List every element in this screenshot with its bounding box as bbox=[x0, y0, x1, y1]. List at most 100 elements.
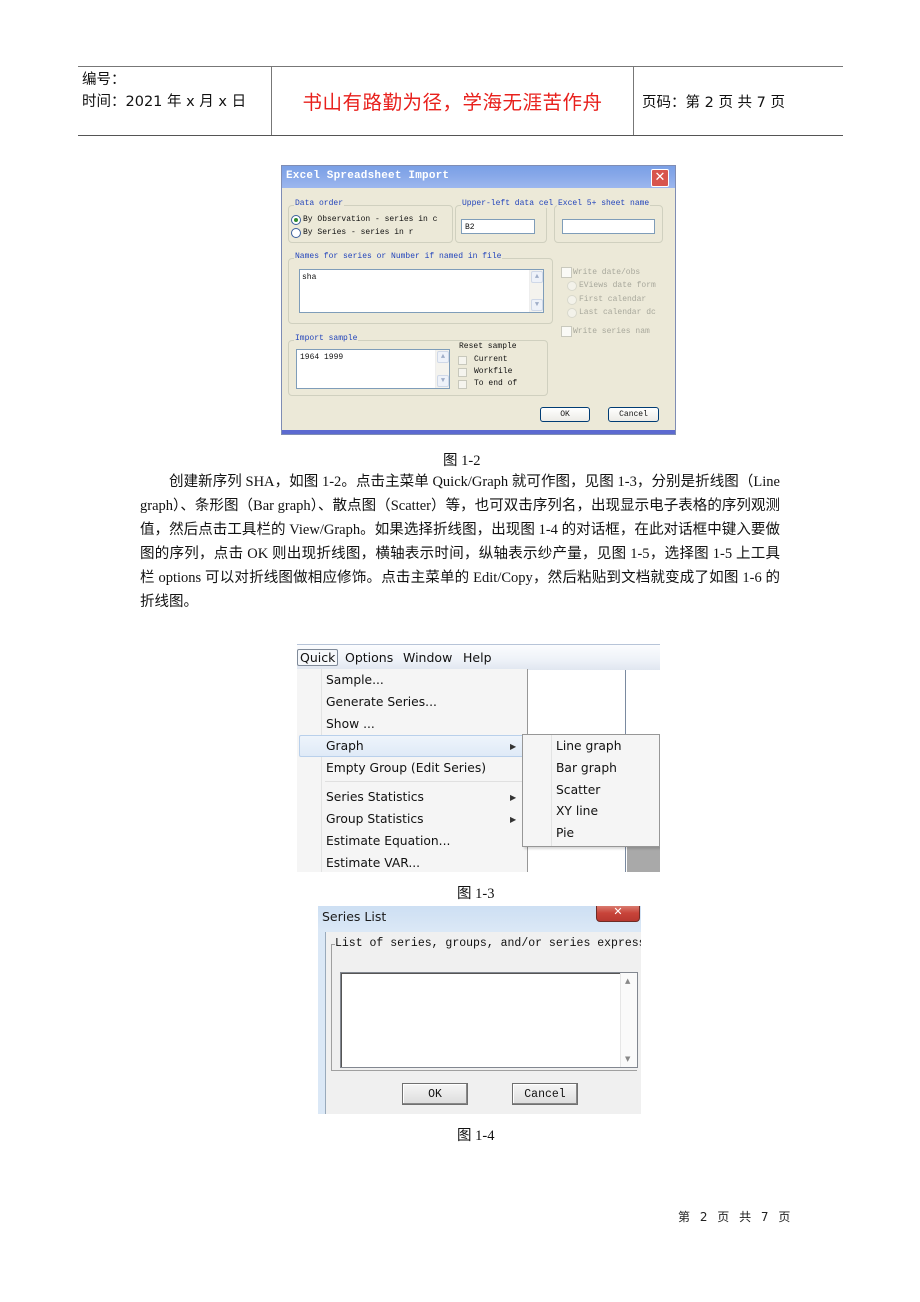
submenu-arrow-icon: ▶ bbox=[510, 815, 517, 824]
dialog-bottom-border bbox=[282, 430, 675, 434]
menu-item-estimate-equation[interactable]: Estimate Equation... bbox=[326, 834, 450, 848]
menu-gutter bbox=[321, 669, 322, 872]
menu-help[interactable]: Help bbox=[463, 650, 492, 665]
submenu-item-line-graph[interactable]: Line graph bbox=[556, 739, 622, 753]
radio-label: EViews date form bbox=[579, 281, 656, 290]
write-series-names-label: Write series nam bbox=[573, 327, 650, 336]
scroll-down-icon[interactable]: ▼ bbox=[531, 299, 543, 311]
menu-item-graph[interactable]: Graph bbox=[326, 739, 364, 753]
menu-item-generate-series[interactable]: Generate Series... bbox=[326, 695, 437, 709]
radio-last-calendar[interactable] bbox=[567, 308, 577, 318]
figure-caption: 图 1-3 bbox=[457, 886, 495, 902]
quick-dropdown: Sample... Generate Series... Show ... Gr… bbox=[297, 669, 528, 872]
header-divider bbox=[633, 66, 634, 135]
excel-import-dialog: Excel Spreadsheet Import ✕ Data order By… bbox=[281, 165, 676, 435]
menu-item-series-statistics[interactable]: Series Statistics bbox=[326, 790, 424, 804]
scroll-down-icon[interactable]: ▼ bbox=[625, 1055, 630, 1063]
sheet-name-label: Excel 5+ sheet name bbox=[557, 199, 651, 208]
header-motto: 书山有路勤为径，学海无涯苦作舟 bbox=[302, 91, 603, 114]
figure-caption: 图 1-4 bbox=[457, 1128, 495, 1144]
checkbox-label: Workfile bbox=[474, 367, 513, 376]
series-names-label: Names for series or Number if named in f… bbox=[294, 252, 503, 261]
dialog-title: Excel Spreadsheet Import bbox=[286, 170, 450, 182]
dialog-title: Series List bbox=[322, 909, 387, 924]
write-dates-checkbox[interactable] bbox=[561, 267, 572, 278]
menu-item-sample[interactable]: Sample... bbox=[326, 673, 384, 687]
menu-bar: Quick Options Window Help bbox=[297, 644, 660, 670]
reset-sample-label: Reset sample bbox=[459, 342, 517, 351]
scroll-down-icon[interactable]: ▼ bbox=[437, 375, 449, 387]
scroll-up-icon[interactable]: ▲ bbox=[531, 271, 543, 283]
reset-current-checkbox[interactable] bbox=[458, 356, 467, 365]
menu-window[interactable]: Window bbox=[403, 650, 452, 665]
menu-separator bbox=[325, 781, 523, 782]
menu-quick[interactable]: Quick bbox=[297, 649, 339, 666]
header-page-number: 页码：第 2 页 共 7 页 bbox=[642, 95, 785, 111]
figure-caption: 图 1-2 bbox=[443, 453, 481, 469]
graph-submenu: Line graph Bar graph Scatter XY line Pie bbox=[522, 734, 660, 847]
menu-item-show[interactable]: Show ... bbox=[326, 717, 375, 731]
upper-left-cell-label: Upper-left data cel bbox=[461, 199, 555, 208]
quick-menu-screenshot: Quick Options Window Help Sample... Gene… bbox=[297, 644, 660, 872]
submenu-item-scatter[interactable]: Scatter bbox=[556, 783, 600, 797]
series-list-dialog: Series List ✕ List of series, groups, an… bbox=[318, 906, 641, 1114]
submenu-item-bar-graph[interactable]: Bar graph bbox=[556, 761, 617, 775]
checkbox-label: Current bbox=[474, 355, 508, 364]
paragraph-text: 创建新序列 SHA，如图 1-2。点击主菜单 Quick/Graph 就可作图，… bbox=[140, 474, 780, 610]
radio-eviews-date-format[interactable] bbox=[567, 281, 577, 291]
menu-gutter bbox=[551, 735, 552, 846]
header-top-rule bbox=[78, 66, 843, 67]
write-dates-label: Write date/obs bbox=[573, 268, 641, 277]
header-bottom-rule bbox=[78, 135, 843, 136]
body-paragraph: 创建新序列 SHA，如图 1-2。点击主菜单 Quick/Graph 就可作图，… bbox=[140, 470, 780, 614]
submenu-item-xy-line[interactable]: XY line bbox=[556, 804, 598, 818]
sheet-name-input[interactable] bbox=[562, 219, 655, 234]
workspace-gray bbox=[627, 846, 660, 872]
radio-first-calendar[interactable] bbox=[567, 295, 577, 305]
series-names-input[interactable]: sha ▲ ▼ bbox=[299, 269, 544, 313]
series-list-group: List of series, groups, and/or series ex… bbox=[331, 937, 641, 1071]
document-date: 时间：2021 年 x 月 x 日 bbox=[82, 94, 247, 110]
ok-button[interactable]: OK bbox=[402, 1083, 468, 1105]
cancel-button[interactable]: Cancel bbox=[608, 407, 659, 422]
scrollbar[interactable]: ▲ ▼ bbox=[435, 350, 449, 388]
reset-workfile-checkbox[interactable] bbox=[458, 368, 467, 377]
scrollbar[interactable]: ▲ ▼ bbox=[529, 270, 543, 312]
ok-button[interactable]: OK bbox=[540, 407, 590, 422]
reset-to-end-checkbox[interactable] bbox=[458, 380, 467, 389]
submenu-arrow-icon: ▶ bbox=[510, 742, 517, 751]
series-list-input[interactable]: ▲ ▼ bbox=[340, 972, 638, 1068]
upper-left-cell-input[interactable]: B2 bbox=[461, 219, 535, 234]
upper-left-cell-group: Upper-left data cel B2 bbox=[455, 199, 555, 243]
menu-item-group-statistics[interactable]: Group Statistics bbox=[326, 812, 424, 826]
write-series-names-checkbox[interactable] bbox=[561, 326, 572, 337]
import-sample-label: Import sample bbox=[294, 334, 359, 343]
menu-options[interactable]: Options bbox=[345, 650, 393, 665]
dialog-client: List of series, groups, and/or series ex… bbox=[325, 932, 641, 1114]
radio-by-observation[interactable] bbox=[291, 215, 301, 225]
series-list-label: List of series, groups, and/or series ex… bbox=[335, 937, 641, 950]
radio-by-series[interactable] bbox=[291, 228, 301, 238]
series-names-group: Names for series or Number if named in f… bbox=[288, 252, 553, 324]
close-icon[interactable]: ✕ bbox=[651, 169, 669, 187]
close-icon[interactable]: ✕ bbox=[596, 906, 640, 922]
radio-label: By Observation - series in c bbox=[303, 215, 438, 224]
page-footer: 第 2 页 共 7 页 bbox=[678, 1210, 794, 1224]
cancel-button[interactable]: Cancel bbox=[512, 1083, 578, 1105]
checkbox-label: To end of bbox=[474, 379, 518, 388]
dialog-title-bar[interactable]: Excel Spreadsheet Import ✕ bbox=[282, 166, 675, 188]
scroll-up-icon[interactable]: ▲ bbox=[437, 351, 449, 363]
submenu-arrow-icon: ▶ bbox=[510, 793, 517, 802]
menu-item-estimate-var[interactable]: Estimate VAR... bbox=[326, 856, 420, 870]
scrollbar[interactable]: ▲ ▼ bbox=[620, 973, 637, 1067]
scroll-up-icon[interactable]: ▲ bbox=[625, 977, 630, 985]
menu-item-empty-group[interactable]: Empty Group (Edit Series) bbox=[326, 761, 486, 775]
submenu-item-pie[interactable]: Pie bbox=[556, 826, 574, 840]
sheet-name-group: Excel 5+ sheet name bbox=[554, 199, 663, 243]
import-sample-input[interactable]: 1964 1999 ▲ ▼ bbox=[296, 349, 450, 389]
radio-label: By Series - series in r bbox=[303, 228, 414, 237]
data-order-group: Data order By Observation - series in c … bbox=[288, 199, 453, 243]
radio-label: First calendar bbox=[579, 295, 647, 304]
document-number-label: 编号： bbox=[82, 72, 126, 88]
data-order-label: Data order bbox=[294, 199, 345, 208]
